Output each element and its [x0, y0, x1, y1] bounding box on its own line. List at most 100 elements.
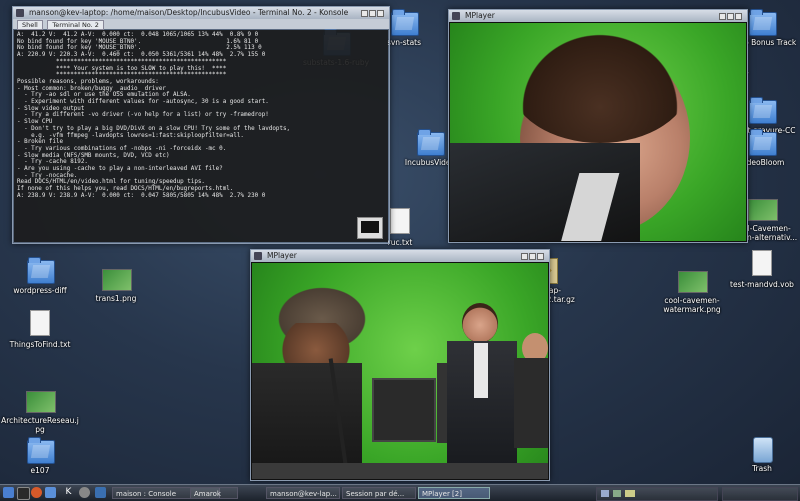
folder-icon [748, 96, 777, 124]
close-icon[interactable] [537, 253, 544, 260]
image-file-icon [26, 386, 56, 414]
minimize-icon[interactable] [361, 10, 368, 17]
tray-battery-icon[interactable] [625, 490, 635, 497]
close-icon[interactable] [735, 13, 742, 20]
terminal-line: - Most common: broken/buggy _audio_ driv… [17, 85, 166, 92]
kde-taskbar: K maison : Console Amarok manson@kev-lap..… [0, 484, 800, 501]
mplayer-2-titlebar[interactable]: MPlayer [251, 250, 549, 262]
desktop-icon-label: test-mandvd.vob [730, 280, 794, 289]
konsole-tabbar: Shell Terminal No. 2 [13, 19, 389, 30]
image-file-icon [102, 264, 132, 292]
desktop-icon-label: trans1.png [95, 294, 137, 303]
terminal-app-icon [357, 217, 383, 239]
terminal-line: - Try -ao sdl or use the OSS emulation o… [17, 92, 191, 99]
maximize-icon[interactable] [727, 13, 734, 20]
desktop-icon-architecturereseau-jpg[interactable]: ArchitectureReseau.jpg [0, 386, 80, 434]
desktop-icon-label: cool-cavemen-watermark.png [663, 296, 721, 314]
maximize-icon[interactable] [369, 10, 376, 17]
minimize-icon[interactable] [719, 13, 726, 20]
desktop-icon-label: Trash [752, 464, 772, 473]
terminal-line: - Try various combinations of -nobps -ni… [17, 145, 227, 152]
kde-k-icon[interactable]: K [63, 487, 74, 498]
folder-icon [390, 8, 419, 36]
terminal-line: - Slow media (NFS/SMB mounts, DVD, VCD e… [17, 152, 170, 159]
terminal-line: - Try -nocache. [17, 172, 78, 179]
mplayer-2-title: MPlayer [267, 251, 297, 260]
media-icon[interactable] [95, 487, 106, 498]
mplayer-window-2[interactable]: MPlayer [250, 249, 550, 481]
maximize-icon[interactable] [529, 253, 536, 260]
tab-terminal-2[interactable]: Terminal No. 2 [47, 20, 104, 30]
image-file-icon [748, 194, 778, 222]
konsole-title: manson@kev-laptop: /home/maison/Desktop/… [29, 8, 349, 17]
mplayer-1-titlebar[interactable]: MPlayer [449, 10, 747, 22]
terminal-line: - Experiment with different values for -… [17, 99, 269, 106]
konsole-window[interactable]: manson@kev-laptop: /home/maison/Desktop/… [12, 6, 390, 244]
window-controls[interactable] [360, 9, 386, 17]
home-folder-icon[interactable] [45, 487, 56, 498]
desktop-icon-wordpress-diff[interactable]: wordpress-diff [0, 256, 80, 295]
taskbar-item[interactable]: Session par dé... [342, 487, 416, 499]
video-file-icon [748, 250, 776, 278]
mplayer-window-1[interactable]: MPlayer [448, 9, 748, 243]
folder-icon [26, 256, 55, 284]
trash-icon [748, 434, 776, 463]
terminal-line: No bind found for key 'MOUSE_BTN0'. 2.5%… [17, 45, 262, 52]
window-controls[interactable] [718, 12, 744, 20]
system-tray[interactable] [596, 487, 718, 501]
settings-icon[interactable] [79, 487, 90, 498]
terminal-line: Possible reasons, problems, workarounds: [17, 78, 159, 85]
folder-icon [26, 436, 55, 464]
tab-shell[interactable]: Shell [17, 20, 43, 30]
kmenu-icon[interactable] [3, 487, 14, 498]
terminal-line: - Slow CPU [17, 119, 53, 126]
terminal-line: - Are you using -cache to play a non-int… [17, 166, 223, 173]
desktop-icon-cool-cavemen-watermark-png[interactable]: cool-cavemen-watermark.png [652, 266, 732, 314]
terminal-line: No bind found for key 'MOUSE_BTN0'. 1.6%… [17, 38, 259, 45]
desktop-icon-label: wordpress-diff [13, 286, 67, 295]
close-icon[interactable] [377, 10, 384, 17]
terminal-launcher-icon[interactable] [17, 487, 30, 500]
desktop-icon-label: ArchitectureReseau.jpg [1, 416, 79, 434]
konsole-app-icon [16, 9, 24, 17]
folder-icon [748, 8, 777, 36]
konsole-titlebar[interactable]: manson@kev-laptop: /home/maison/Desktop/… [13, 7, 389, 19]
desktop-icon-thingstofind-txt[interactable]: ThingsToFind.txt [0, 310, 80, 349]
desktop-icon-e107[interactable]: e107 [0, 436, 80, 475]
desktop-icon-test-mandvd-vob[interactable]: test-mandvd.vob [722, 250, 800, 289]
terminal-line: Read DOCS/HTML/en/video.html for tuning/… [17, 179, 205, 186]
mplayer-1-title: MPlayer [465, 11, 495, 20]
text-file-icon [386, 208, 414, 236]
taskbar-item[interactable]: manson@kev-lap... [266, 487, 340, 499]
mplayer-app-icon [254, 252, 262, 260]
terminal-line: A: 220.9 V: 220.3 A-V: 0.460 ct: 0.050 5… [17, 52, 266, 59]
tray-volume-icon[interactable] [601, 490, 609, 497]
desktop-icon-label: ThingsToFind.txt [9, 340, 71, 349]
mplayer-2-video[interactable] [252, 263, 548, 479]
window-controls[interactable] [520, 252, 546, 260]
image-file-icon [678, 266, 708, 294]
folder-icon [416, 128, 445, 156]
terminal-line: **** Your system is too SLOW to play thi… [17, 65, 227, 72]
desktop-icon-trans1-png[interactable]: trans1.png [76, 264, 156, 303]
taskbar-item[interactable]: Amarok [190, 487, 238, 499]
terminal-line: - Try -cache 8192. [17, 159, 88, 166]
terminal-line: If none of this helps you, read DOCS/HTM… [17, 186, 234, 193]
terminal-line: - Slow video output [17, 105, 85, 112]
terminal-line: ****************************************… [17, 58, 227, 65]
taskbar-item[interactable]: MPlayer [2] [418, 487, 490, 499]
minimize-icon[interactable] [521, 253, 528, 260]
mplayer-1-video[interactable] [450, 23, 746, 241]
terminal-output[interactable]: A: 41.2 V: 41.2 A-V: 0.000 ct: 0.048 106… [14, 30, 388, 242]
terminal-line: e.g. -vfm ffmpeg -lavdopts lowres=1:fast… [17, 132, 244, 139]
desktop-icon-trash[interactable]: Trash [722, 434, 800, 473]
browser-launcher-icon[interactable] [31, 487, 42, 498]
tray-network-icon[interactable] [613, 490, 621, 497]
terminal-line: ****************************************… [17, 72, 227, 79]
terminal-line: A: 238.9 V: 238.9 A-V: 0.000 ct: 0.047 5… [17, 192, 266, 199]
desktop-icon-label: e107 [30, 466, 50, 475]
mplayer-app-icon [452, 12, 460, 20]
clock-widget[interactable] [722, 487, 798, 501]
terminal-line: - Don't try to play a big DVD/DivX on a … [17, 125, 291, 132]
text-file-icon [26, 310, 54, 338]
